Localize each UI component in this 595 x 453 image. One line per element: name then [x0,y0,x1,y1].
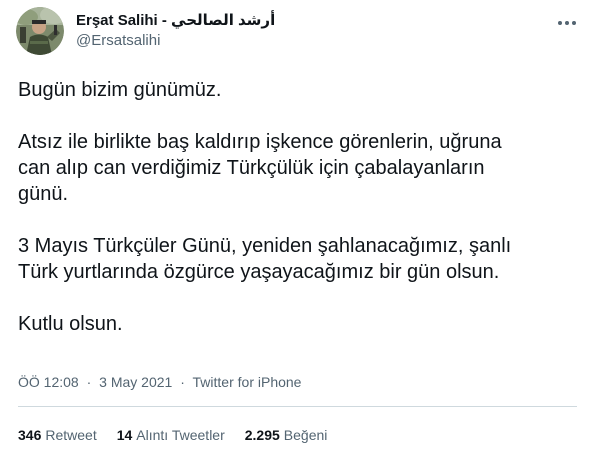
tweet-stats: 346 Retweet 14 Alıntı Tweetler 2.295 Beğeni [18,425,347,445]
meta-separator: · [180,374,185,390]
tweet-paragraph: 3 Mayıs Türkçüler Günü, yeniden şahlanac… [18,235,512,283]
likes-label: Beğeni [283,427,328,443]
tweet-paragraph: Kutlu olsun. [18,313,123,335]
tweet-time[interactable]: ÖÖ 12:08 [18,374,79,390]
retweets-label: Retweet [45,427,97,443]
author-display-name[interactable]: Erşat Salihi - أرشد الصالحي [76,11,275,31]
divider [18,406,577,407]
author-handle[interactable]: @Ersatsalihi [76,31,275,51]
tweet-metadata: ÖÖ 12:08 · 3 May 2021 · Twitter for iPho… [18,372,301,392]
avatar[interactable] [16,7,64,55]
likes-stat[interactable]: 2.295 Beğeni [245,425,328,445]
tweet-date[interactable]: 3 May 2021 [99,374,172,390]
meta-separator: · [86,374,92,390]
tweet-paragraph: Atsız ile birlikte baş kaldırıp işkence … [18,131,502,205]
profile-photo-icon [16,7,64,55]
tweet-paragraph: Bugün bizim günümüz. [18,79,222,101]
likes-count: 2.295 [244,427,280,443]
author-names: Erşat Salihi - أرشد الصالحي @Ersatsalihi [76,11,275,51]
retweets-stat[interactable]: 346 Retweet [18,425,97,445]
more-icon [558,21,576,25]
quote-tweets-stat[interactable]: 14 Alıntı Tweetler [117,425,225,445]
more-options-button[interactable] [555,14,579,32]
tweet-text: Bugün bizim günümüz. Atsız ile birlikte … [18,77,578,337]
tweet-card: Erşat Salihi - أرشد الصالحي @Ersatsalihi… [0,0,595,453]
tweet-header: Erşat Salihi - أرشد الصالحي @Ersatsalihi [16,7,275,55]
tweet-source-link[interactable]: Twitter for iPhone [193,374,302,390]
quotes-label: Alıntı Tweetler [136,427,225,443]
retweets-count: 346 [18,427,42,443]
quotes-count: 14 [116,427,133,443]
